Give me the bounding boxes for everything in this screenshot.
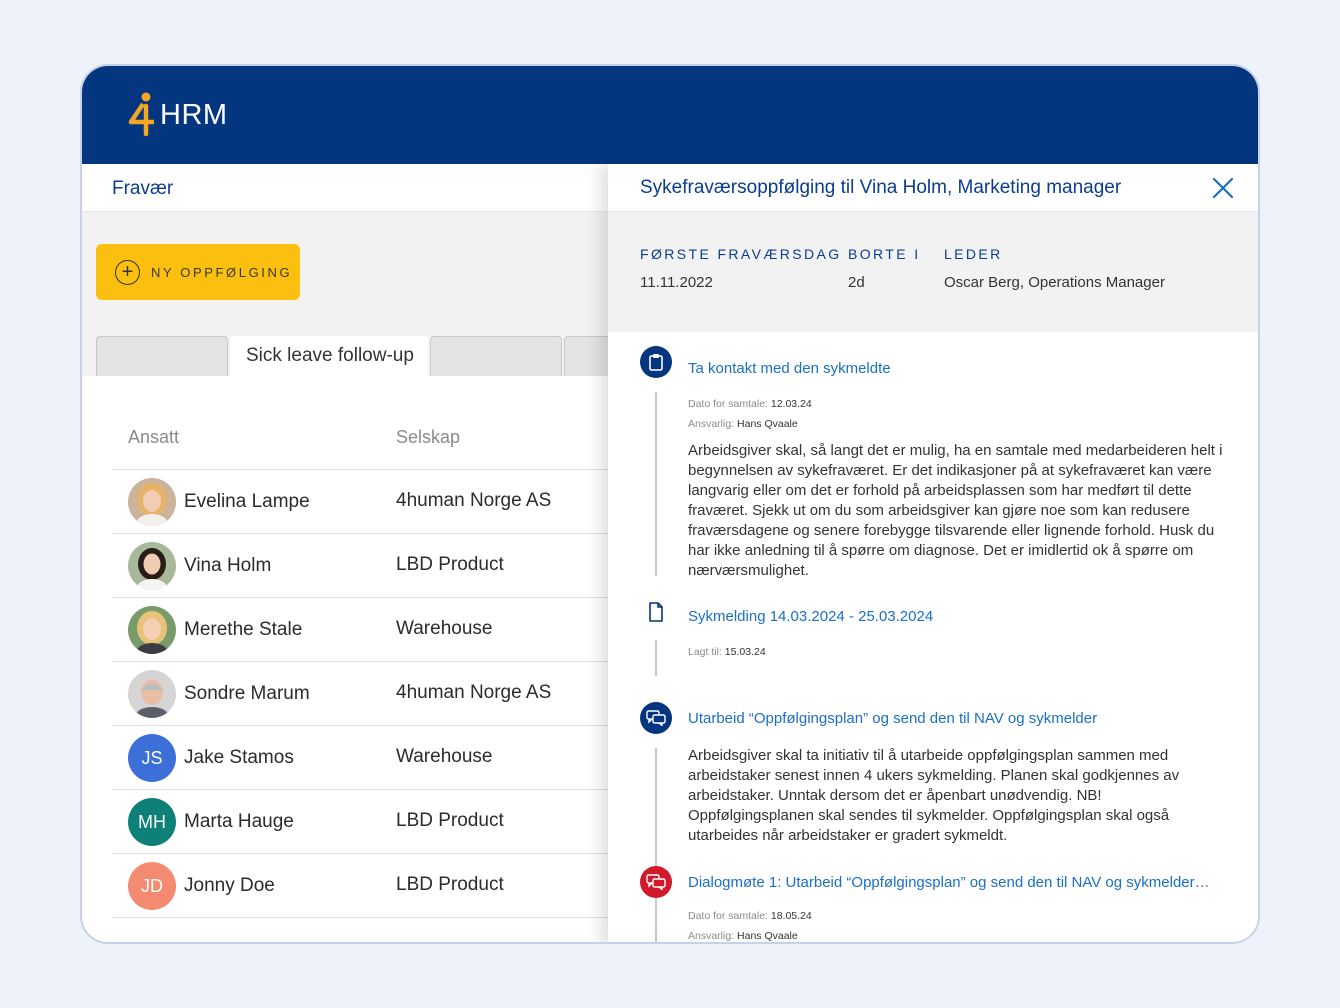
step-title-contact[interactable]: Ta kontakt med den sykmeldte (688, 360, 891, 377)
step-added: Lagt til: 15.03.24 (688, 646, 766, 658)
employee-name: Jonny Doe (184, 875, 275, 896)
step-responsible: Ansvarlig: Hans Qvaale (688, 930, 798, 942)
tab-3[interactable] (430, 336, 562, 376)
timeline-step-4 (640, 866, 672, 898)
leader-label: LEDER (944, 246, 1003, 262)
document-icon (649, 602, 663, 622)
absence-info: FØRSTE FRAVÆRSDAG 11.11.2022 BORTE I 2d … (608, 212, 1258, 332)
logo-mark-icon (128, 92, 154, 136)
employee-company: LBD Product (396, 554, 504, 575)
table-row[interactable]: JD Jonny Doe LBD Product (112, 854, 612, 918)
panel-header: Sykefraværsoppfølging til Vina Holm, Mar… (608, 164, 1258, 212)
avatar: JS (128, 734, 176, 782)
employee-name: Evelina Lampe (184, 491, 310, 512)
timeline-connector (655, 640, 657, 676)
avatar (128, 670, 176, 718)
avatar (128, 542, 176, 590)
employee-company: 4human Norge AS (396, 490, 552, 511)
clipboard-icon (649, 354, 663, 371)
logo-text: HRM (160, 99, 228, 131)
first-day-label: FØRSTE FRAVÆRSDAG (640, 246, 842, 262)
table-row[interactable]: Evelina Lampe 4human Norge AS (112, 470, 612, 534)
avatar-initials: JS (141, 747, 163, 768)
step-title-sick-note[interactable]: Sykmelding 14.03.2024 - 25.03.2024 (688, 608, 933, 625)
chat-icon (646, 710, 666, 726)
step-description: Arbeidsgiver skal ta initiativ til å uta… (688, 747, 1180, 844)
first-day-value: 11.11.2022 (640, 274, 713, 291)
avatar-initials: JD (141, 875, 163, 896)
timeline-connector (655, 392, 657, 576)
table-row[interactable]: MH Marta Hauge LBD Product (112, 790, 612, 854)
avatar (128, 478, 176, 526)
employee-company: LBD Product (396, 810, 504, 831)
employee-company: Warehouse (396, 618, 493, 639)
new-follow-up-label: NY OPPFØLGING (151, 264, 293, 280)
employee-company: 4human Norge AS (396, 682, 552, 703)
employee-table: Ansatt Selskap Evelina Lampe 4human Norg… (112, 376, 612, 918)
step-date: Dato for samtale: 18.05.24 (688, 910, 812, 922)
away-label: BORTE I (848, 246, 921, 262)
logo[interactable]: HRM (128, 92, 228, 136)
table-row[interactable]: Sondre Marum 4human Norge AS (112, 662, 612, 726)
tab-1[interactable] (96, 336, 228, 376)
table-row[interactable]: JS Jake Stamos Warehouse (112, 726, 612, 790)
close-icon[interactable] (1212, 177, 1234, 199)
away-value: 2d (848, 274, 865, 291)
tab-sick-leave-follow-up[interactable]: Sick leave follow-up (230, 336, 428, 376)
employee-name: Jake Stamos (184, 747, 294, 768)
page-title: Fravær (82, 164, 612, 212)
plus-icon: + (115, 259, 140, 285)
step-responsible: Ansvarlig: Hans Qvaale (688, 418, 798, 430)
step-date: Dato for samtale: 12.03.24 (688, 398, 812, 410)
avatar: MH (128, 798, 176, 846)
step-description: Arbeidsgiver skal, så langt det er mulig… (688, 442, 1223, 579)
step-title-dialogue-meeting[interactable]: Dialogmøte 1: Utarbeid “Oppfølgingsplan”… (688, 874, 1210, 891)
leader-value: Oscar Berg, Operations Manager (944, 274, 1165, 291)
step-title-follow-up-plan[interactable]: Utarbeid “Oppfølgingsplan” og send den t… (688, 710, 1097, 727)
table-row[interactable]: Merethe Stale Warehouse (112, 598, 612, 662)
new-follow-up-button[interactable]: + NY OPPFØLGING (96, 244, 300, 300)
employee-name: Vina Holm (184, 555, 272, 576)
chat-icon (646, 874, 666, 890)
table-row[interactable]: Vina Holm LBD Product (112, 534, 612, 598)
absence-list-pane: Fravær + NY OPPFØLGING Sick leave follow… (82, 164, 624, 942)
avatar: JD (128, 862, 176, 910)
avatar-initials: MH (138, 811, 166, 832)
avatar (128, 606, 176, 654)
toolbar-area: + NY OPPFØLGING Sick leave follow-up (82, 212, 624, 376)
employee-name: Marta Hauge (184, 811, 294, 832)
panel-title: Sykefraværsoppfølging til Vina Holm, Mar… (640, 177, 1122, 198)
follow-up-detail-panel: Sykefraværsoppfølging til Vina Holm, Mar… (608, 164, 1258, 942)
timeline-connector (655, 906, 657, 942)
employee-name: Merethe Stale (184, 619, 303, 640)
employee-name: Sondre Marum (184, 683, 310, 704)
column-header-employee[interactable]: Ansatt (128, 427, 179, 448)
timeline-step-2 (640, 596, 672, 628)
table-header: Ansatt Selskap (112, 376, 612, 470)
app-window: HRM Fravær + NY OPPFØLGING Sick leave fo… (80, 64, 1260, 944)
employee-company: LBD Product (396, 874, 504, 895)
top-bar: HRM (82, 66, 1258, 164)
employee-company: Warehouse (396, 746, 493, 767)
timeline-step-3 (640, 702, 672, 734)
column-header-company[interactable]: Selskap (396, 427, 460, 448)
timeline-step-1 (640, 346, 672, 378)
